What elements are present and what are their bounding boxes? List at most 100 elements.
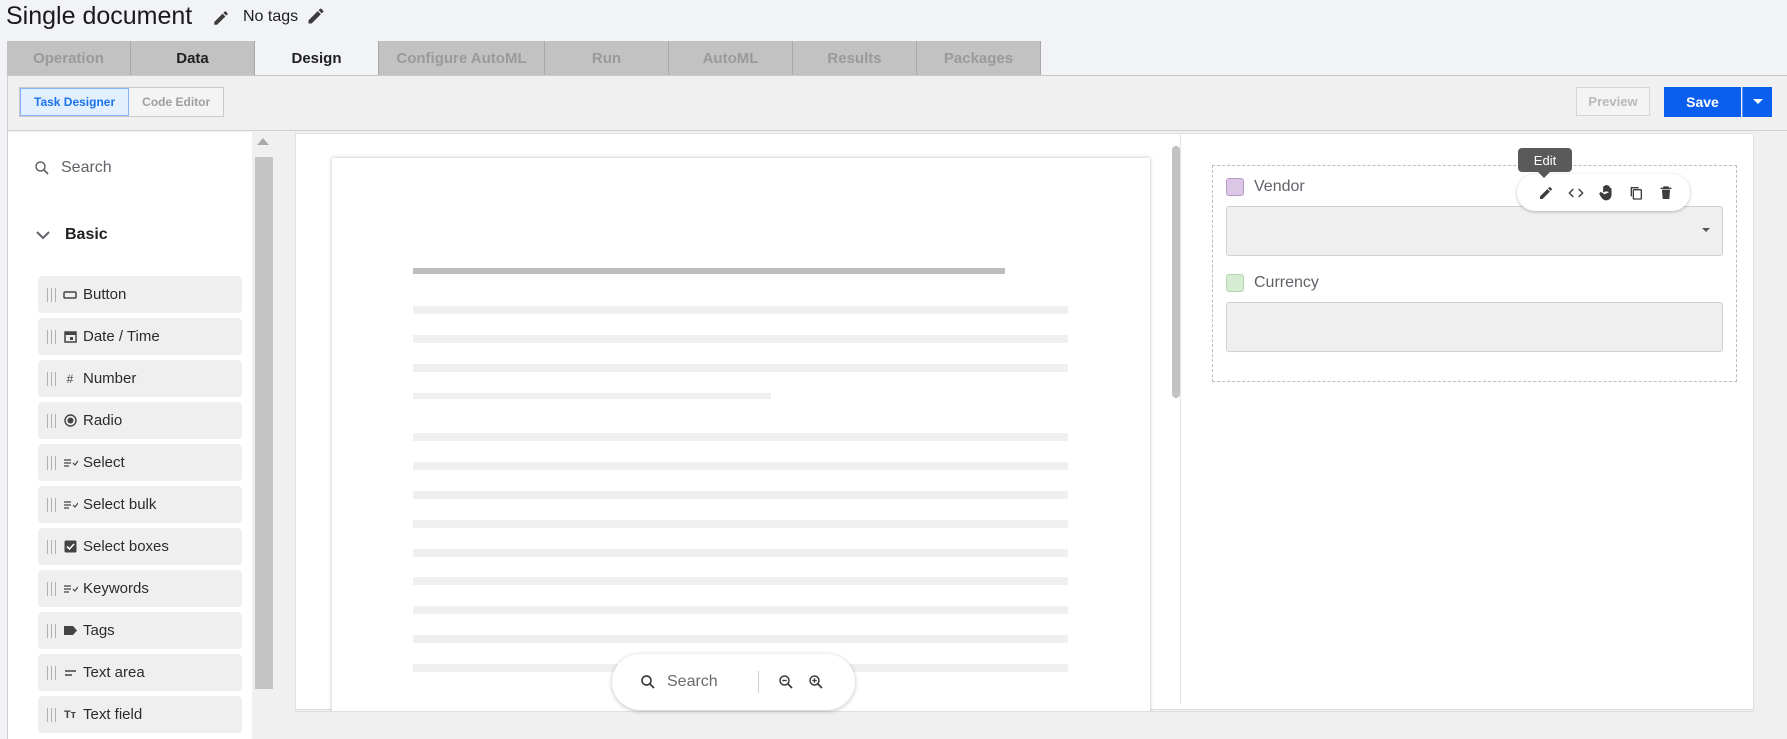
sidebar-search[interactable]: Search [33, 159, 112, 177]
component-keywords[interactable]: Keywords [38, 570, 242, 607]
text-line-placeholder [413, 606, 1068, 614]
tab-design[interactable]: Design [255, 41, 379, 75]
group-basic[interactable]: Basic [35, 226, 108, 244]
header: Single document No tags [0, 0, 1787, 40]
calendar-icon [62, 329, 78, 345]
component-tags[interactable]: Tags [38, 612, 242, 649]
component-label: Date / Time [83, 328, 160, 345]
code-editor-button[interactable]: Code Editor [129, 88, 223, 116]
component-date-time[interactable]: Date / Time [38, 318, 242, 355]
copy-icon[interactable] [1625, 182, 1647, 204]
component-action-bar [1517, 174, 1690, 211]
textarea-icon [62, 665, 78, 681]
tab-operation[interactable]: Operation [7, 41, 131, 75]
task-designer-button[interactable]: Task Designer [20, 88, 130, 116]
pencil-icon[interactable] [212, 9, 230, 27]
sidebar-search-input[interactable]: Search [61, 159, 112, 177]
select-icon [62, 497, 78, 513]
checkbox-icon [62, 539, 78, 555]
component-label: Text area [83, 664, 145, 681]
drag-handle-icon[interactable] [47, 581, 56, 596]
caret-down-icon [1752, 99, 1763, 104]
form-preview-pane: Vendor Currency Edit [1180, 134, 1763, 704]
toolbar: Task Designer Code Editor Preview Save [8, 76, 1787, 131]
component-number[interactable]: # Number [38, 360, 242, 397]
text-line-placeholder [413, 433, 1068, 441]
component-text-field[interactable]: Tт Text field [38, 696, 242, 733]
component-select-boxes[interactable]: Select boxes [38, 528, 242, 565]
drag-handle-icon[interactable] [47, 665, 56, 680]
drag-handle-icon[interactable] [47, 287, 56, 302]
drag-handle-icon[interactable] [47, 455, 56, 470]
tab-results[interactable]: Results [793, 41, 917, 75]
search-icon [641, 675, 655, 689]
component-text-area[interactable]: Text area [38, 654, 242, 691]
pencil-icon[interactable] [306, 6, 326, 26]
scroll-up-icon[interactable] [257, 138, 269, 145]
document-scrollbar[interactable] [1172, 146, 1180, 398]
code-icon[interactable] [1565, 182, 1587, 204]
field-label-text: Currency [1254, 274, 1319, 291]
scroll-thumb[interactable] [255, 157, 273, 689]
document-search-bar: Search [612, 654, 855, 710]
document-preview [332, 158, 1150, 713]
component-sidebar: Search Basic Button Date / Time # Number… [8, 132, 252, 739]
component-button[interactable]: Button [38, 276, 242, 313]
drag-handle-icon[interactable] [47, 413, 56, 428]
component-select-bulk[interactable]: Select bulk [38, 486, 242, 523]
component-label: Text field [83, 706, 143, 723]
drag-handle-icon[interactable] [47, 497, 56, 512]
component-select[interactable]: Select [38, 444, 242, 481]
design-panel: Task Designer Code Editor Preview Save S… [7, 75, 1787, 739]
component-label: Tags [83, 622, 115, 639]
sidebar-scrollbar[interactable] [252, 132, 274, 739]
tags-label[interactable]: No tags [243, 8, 298, 26]
component-label: Keywords [83, 580, 149, 597]
drag-handle-icon[interactable] [47, 623, 56, 638]
edit-icon[interactable] [1535, 182, 1557, 204]
tab-data[interactable]: Data [131, 41, 255, 75]
document-heading-placeholder [413, 268, 1005, 274]
drag-handle-icon[interactable] [47, 329, 56, 344]
trash-icon[interactable] [1655, 182, 1677, 204]
tab-run[interactable]: Run [545, 41, 669, 75]
tag-icon [62, 623, 78, 639]
save-options-button[interactable] [1742, 87, 1772, 117]
text-line-placeholder [413, 306, 1068, 314]
search-icon [35, 161, 49, 175]
chevron-down-icon [36, 231, 50, 240]
field-label-text: Vendor [1254, 178, 1305, 195]
label-color-swatch [1226, 274, 1244, 292]
group-label: Basic [65, 226, 108, 243]
caret-down-icon [1702, 228, 1710, 232]
document-title: Single document [6, 2, 193, 30]
component-label: Select boxes [83, 538, 169, 555]
preview-button[interactable]: Preview [1576, 87, 1650, 116]
field-label-currency[interactable]: Currency [1226, 274, 1319, 292]
drag-hand-icon[interactable] [1595, 182, 1617, 204]
button-icon [62, 287, 78, 303]
hash-icon: # [66, 371, 74, 386]
tab-automl[interactable]: AutoML [669, 41, 793, 75]
text-line-placeholder [413, 635, 1068, 643]
component-label: Number [83, 370, 137, 387]
drag-handle-icon[interactable] [47, 707, 56, 722]
component-radio[interactable]: Radio [38, 402, 242, 439]
zoom-in-icon[interactable] [807, 673, 825, 691]
currency-input[interactable] [1226, 302, 1723, 352]
drag-handle-icon[interactable] [47, 371, 56, 386]
tab-bar: Operation Data Design Configure AutoML R… [7, 41, 1041, 75]
radio-icon [62, 413, 78, 429]
tab-configure-automl[interactable]: Configure AutoML [379, 41, 545, 75]
text-line-placeholder [413, 335, 1068, 343]
document-search-input[interactable]: Search [667, 673, 718, 691]
text-line-placeholder [413, 393, 771, 399]
zoom-out-icon[interactable] [777, 673, 795, 691]
field-label-vendor[interactable]: Vendor [1226, 178, 1305, 196]
save-button[interactable]: Save [1664, 87, 1741, 117]
tab-packages[interactable]: Packages [917, 41, 1041, 75]
vendor-select[interactable] [1226, 206, 1723, 256]
component-label: Radio [83, 412, 123, 429]
canvas-bottom-bar [295, 711, 1754, 739]
drag-handle-icon[interactable] [47, 539, 56, 554]
